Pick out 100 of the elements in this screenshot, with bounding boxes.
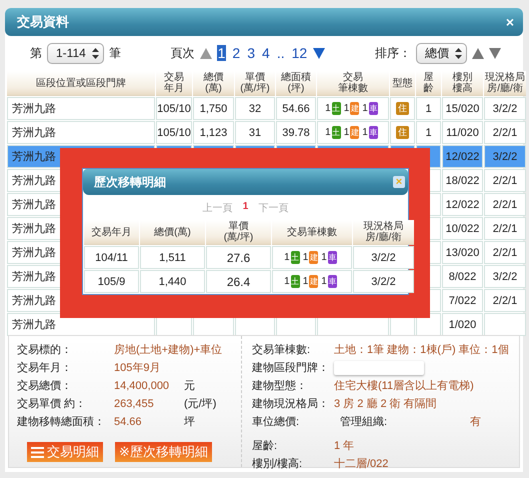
table-cell: 11/020 <box>442 121 483 144</box>
detail-label: 交易總價： <box>17 378 73 393</box>
category-tag: 土 <box>290 251 300 264</box>
table-cell: 3/2/2 <box>484 145 526 168</box>
detail-label: 交易單價 約： <box>17 396 88 411</box>
detail-value: 263,455 <box>114 398 155 410</box>
table-cell: 7/022 <box>442 289 483 312</box>
table-cell: 39.78 <box>276 121 316 144</box>
header-text: (萬) <box>204 83 223 94</box>
table-row[interactable]: 芳洲九路 105/10 1,750 32 54.66 1土 1 建 1 車 住 1 15/020 3/2/2 <box>7 97 526 120</box>
table-cell: 32 <box>235 97 275 120</box>
range-label: 第 <box>30 44 42 62</box>
current-page: 1 <box>242 201 248 214</box>
table-cell: 1,440 <box>140 270 205 293</box>
table-cell: 1/020 <box>442 313 483 336</box>
unit-label: (元/坪) <box>184 397 216 411</box>
page-down-icon[interactable] <box>313 48 326 58</box>
count-number: 1 <box>284 252 290 263</box>
detail-value: 有 <box>470 415 481 429</box>
header-text: (坪) <box>286 83 306 94</box>
detail-label: 建物移轉總面積： <box>17 415 106 429</box>
page-link[interactable]: 12 <box>290 45 308 61</box>
list-icon <box>31 446 44 458</box>
header-text: 型態 <box>392 78 414 88</box>
category-tag: 車 <box>328 275 337 288</box>
page-link[interactable]: 1 <box>216 45 226 61</box>
header-text: 交易筆棟數 <box>286 226 338 238</box>
detail-value: 1 年 <box>334 439 354 453</box>
close-icon[interactable]: × <box>506 14 514 30</box>
table-cell: 3/2/2 <box>484 265 526 288</box>
table-cell: 3/2/2 <box>353 246 414 269</box>
count-number: 1 <box>325 103 331 114</box>
detail-label: 管理組織: <box>339 415 388 429</box>
detail-value: 54.66 <box>114 416 143 428</box>
header-text: 房/廳/衛 <box>364 232 402 243</box>
count-number: 1 <box>284 276 290 287</box>
table-cell: 15/020 <box>442 97 483 120</box>
table-cell: 31 <box>235 121 275 144</box>
table-cell: 105/9 <box>84 270 139 293</box>
range-select[interactable]: 1-114 <box>47 42 104 64</box>
unit-label: 元 <box>184 379 195 393</box>
table-cell: 12/022 <box>442 193 483 216</box>
count-number: 1 <box>344 103 350 114</box>
category-tag: 車 <box>328 251 337 264</box>
header-text: 房/廳/衛 <box>486 83 524 94</box>
page-link[interactable]: 3 <box>246 45 256 61</box>
header-text: 總面積 <box>280 72 312 83</box>
header-text: 筆棟數 <box>337 83 369 94</box>
table-cell: 12/022 <box>442 145 483 168</box>
detail-value: 105年9月 <box>114 361 160 375</box>
count-number: 1 <box>362 127 368 138</box>
detail-label: 樓別/樓高: <box>252 456 304 471</box>
table-cell: 1 <box>416 121 441 144</box>
table-cell: 3/2/2 <box>484 97 526 120</box>
count-number: 1 <box>302 276 308 287</box>
table-cell: 1,750 <box>193 97 234 120</box>
count-number: 1 <box>344 127 350 138</box>
table-cell: 2/2/1 <box>484 169 526 192</box>
sort-select[interactable]: 總價 <box>416 42 467 64</box>
detail-value: 房地(土地+建物)+車位 <box>114 342 222 357</box>
sort-up-icon[interactable] <box>472 48 484 58</box>
sort-down-icon[interactable] <box>488 48 501 58</box>
header-text: 現況格局 <box>484 72 526 83</box>
table-cell: 105/10 <box>156 121 192 144</box>
table-cell: 10/022 <box>442 217 483 240</box>
table-cell: 26.4 <box>206 270 271 293</box>
table-cell: 1,511 <box>140 246 205 269</box>
header-text: 區段位置或區段門牌 <box>35 78 127 88</box>
count-number: 1 <box>321 252 327 263</box>
page-link[interactable]: 2 <box>231 45 242 61</box>
page-up-icon[interactable] <box>200 48 212 58</box>
category-tag: 建 <box>350 102 360 115</box>
header-text: 交易 <box>342 72 364 83</box>
table-cell: 8/022 <box>442 265 483 288</box>
detail-value: 十二層/022 <box>334 457 388 471</box>
header-text: 齡 <box>422 83 434 94</box>
unit-label: 坪 <box>184 415 195 429</box>
header-text: 屋 <box>422 72 434 83</box>
header-text: 單價 <box>228 221 250 232</box>
window-title: 交易資料 <box>17 13 69 31</box>
detail-label: 建物現況格局： <box>252 397 330 411</box>
category-tag: 土 <box>332 126 341 139</box>
table-cell: 2/2/1 <box>484 193 526 216</box>
header-text: 單價 <box>245 72 266 83</box>
type-tag: 住 <box>396 126 409 139</box>
table-cell: 3/2/2 <box>353 270 414 293</box>
table-row[interactable]: 芳洲九路 105/10 1,123 31 39.78 1土 1 建 1 車 住 1 11/020 2/2/1 <box>7 121 526 144</box>
table-cell: 18/022 <box>442 169 483 192</box>
category-tag: 土 <box>332 102 341 115</box>
detail-label: 建物區段門牌： <box>252 361 330 375</box>
header-text: (萬/坪) <box>222 232 254 243</box>
table-cell: 芳洲九路 <box>7 121 155 144</box>
table-cell: 芳洲九路 <box>7 97 155 120</box>
range-label: 筆 <box>108 44 121 62</box>
page-link[interactable]: .. <box>276 45 286 61</box>
page-link[interactable]: 4 <box>261 45 271 61</box>
detail-label: 交易標的： <box>17 342 73 357</box>
detail-label: 建物型態： <box>252 379 308 393</box>
header-text: 現況格局 <box>362 221 404 232</box>
detail-value: 3 房 2 廳 2 衛 有隔間 <box>334 396 437 411</box>
